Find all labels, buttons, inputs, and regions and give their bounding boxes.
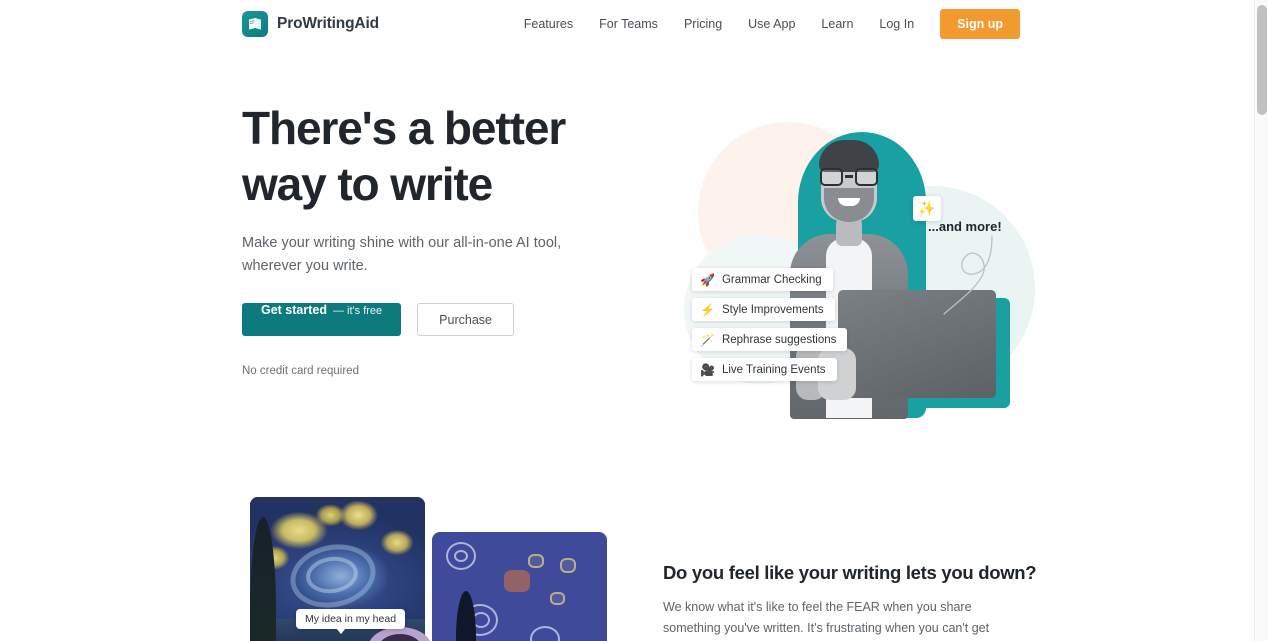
nav-link-pricing[interactable]: Pricing (671, 0, 735, 48)
section-body: We know what it's like to feel the FEAR … (663, 600, 990, 635)
nav-link-learn[interactable]: Learn (808, 0, 866, 48)
nav-link-for-teams[interactable]: For Teams (586, 0, 671, 48)
movie-camera-icon: 🎥 (700, 362, 715, 377)
starry-caption: My idea in my head (296, 609, 406, 634)
hero-title: There's a better way to write (242, 102, 566, 210)
hero-illustration: 🚀 Grammar Checking ⚡ Style Improvements … (660, 108, 1035, 438)
sparkles-chip: ✨ (913, 196, 941, 221)
purchase-button[interactable]: Purchase (417, 303, 514, 336)
crude-sun (504, 570, 530, 592)
nav-link-log-in[interactable]: Log In (866, 0, 927, 48)
nav-link-features[interactable]: Features (511, 0, 586, 48)
sign-up-button[interactable]: Sign up (940, 9, 1020, 39)
vertical-scrollbar[interactable] (1254, 0, 1268, 641)
main-navigation: Features For Teams Pricing Use App Learn… (511, 0, 1020, 48)
no-credit-card-note: No credit card required (242, 365, 359, 377)
crude-spiral-3 (530, 626, 560, 641)
lightning-icon: ⚡ (700, 302, 715, 317)
feature-chip-grammar-checking: 🚀 Grammar Checking (692, 268, 833, 291)
get-started-button[interactable]: Get started — it's free (242, 303, 402, 336)
hand-drawn-arrow-icon (943, 235, 993, 315)
crude-star-1 (528, 554, 544, 568)
get-started-label: Get started (261, 303, 327, 317)
hero-section: There's a better way to write Make your … (0, 48, 1254, 488)
feature-chip-label: Grammar Checking (721, 273, 822, 286)
section-title: Do you feel like your writing lets you d… (663, 562, 1037, 583)
section-copy: Do you feel like your writing lets you d… (663, 562, 1037, 641)
magic-wand-icon: 🪄 (700, 332, 715, 347)
feature-chip-list: 🚀 Grammar Checking ⚡ Style Improvements … (692, 268, 848, 381)
hero-actions: Get started — it's free Purchase (242, 303, 642, 336)
person-neck (836, 218, 862, 246)
book-logo-icon (242, 11, 268, 37)
get-started-suffix: — it's free (333, 305, 383, 317)
comparison-illustration: My idea in my head (250, 497, 650, 641)
hero-subtitle: Make your writing shine with our all-in-… (242, 235, 562, 274)
crude-cypress-tree (456, 591, 476, 641)
brand-logo[interactable]: ProWritingAid (242, 11, 379, 37)
hero-copy: There's a better way to write Make your … (242, 100, 642, 377)
nav-link-use-app[interactable]: Use App (735, 0, 808, 48)
crude-star-3 (550, 592, 565, 605)
browser-page: ProWritingAid Features For Teams Pricing… (0, 0, 1268, 641)
feature-chip-label: Live Training Events (721, 363, 826, 376)
sparkles-icon: ✨ (918, 200, 936, 216)
feature-chip-label: Rephrase suggestions (721, 333, 837, 346)
glasses-icon (818, 168, 880, 186)
crude-drawing-image (432, 532, 607, 641)
and-more-callout: ...and more! (928, 219, 1002, 234)
feature-chip-label: Style Improvements (721, 303, 824, 316)
feature-chip-rephrase-suggestions: 🪄 Rephrase suggestions (692, 328, 848, 351)
feature-chip-style-improvements: ⚡ Style Improvements (692, 298, 835, 321)
rocket-icon: 🚀 (700, 272, 715, 287)
brand-name: ProWritingAid (277, 15, 379, 32)
feature-chip-live-training-events: 🎥 Live Training Events (692, 358, 837, 381)
crude-spiral-1-inner (454, 550, 468, 562)
crude-star-2 (560, 558, 576, 573)
site-header: ProWritingAid Features For Teams Pricing… (0, 0, 1254, 48)
writing-lets-you-down-section: My idea in my head Do you feel like your… (0, 488, 1254, 641)
page-viewport: ProWritingAid Features For Teams Pricing… (0, 0, 1254, 641)
vertical-scrollbar-thumb[interactable] (1257, 5, 1267, 115)
